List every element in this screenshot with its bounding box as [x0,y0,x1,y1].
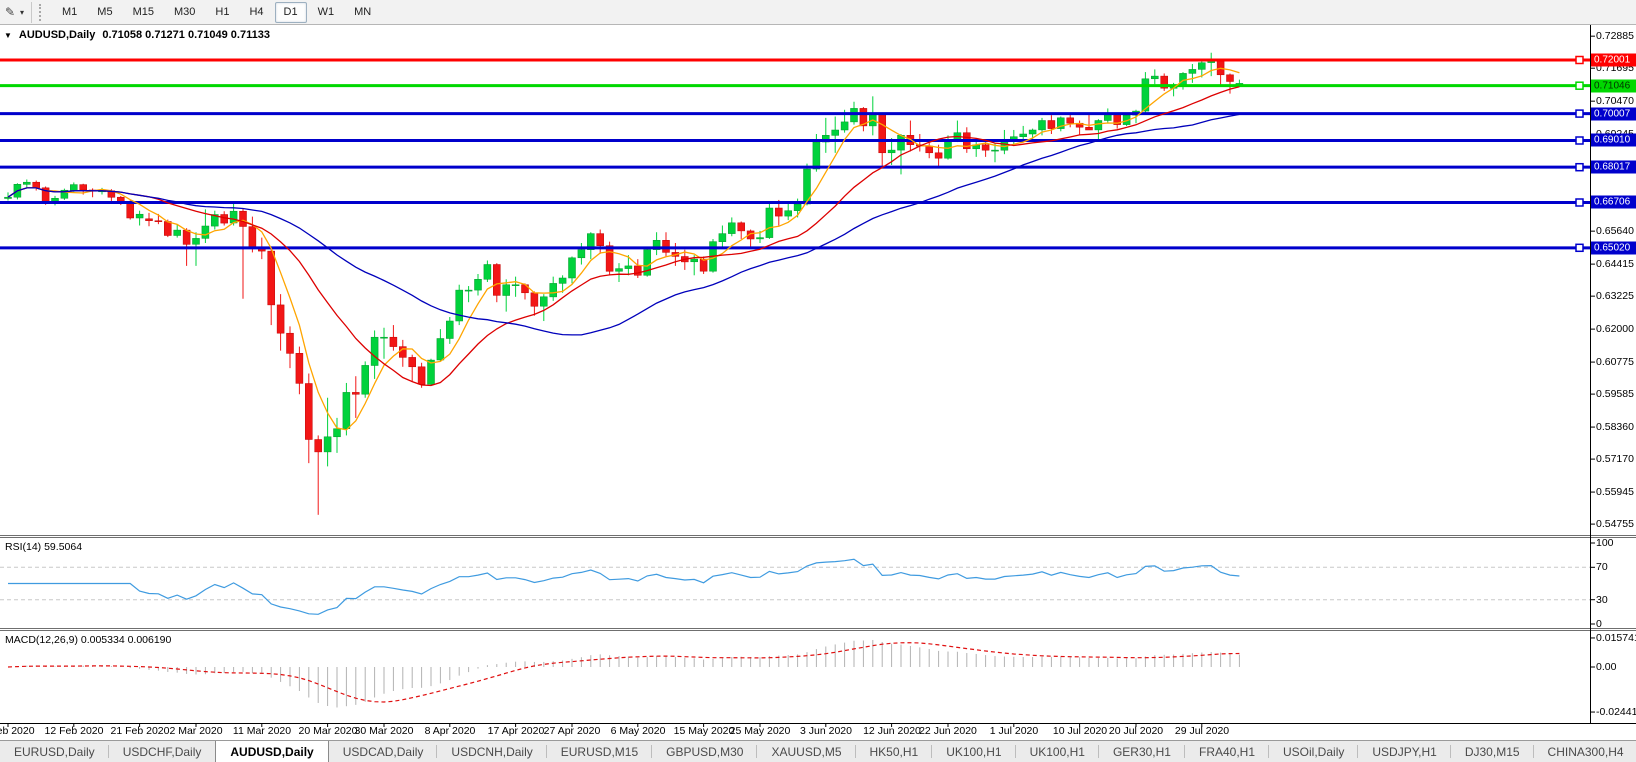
level-price-label: 0.71046 [1591,80,1636,93]
timeframe-button-d1[interactable]: D1 [275,2,307,23]
price-axis-label: 0.57170 [1596,453,1634,465]
mt4-window: ✎ ▾ M1M5M15M30H1H4D1W1MN ▼ AUDUSD,Daily … [0,0,1636,762]
timeframe-button-h1[interactable]: H1 [206,2,238,23]
toolbar-grip-handle[interactable] [39,4,46,21]
price-axis-label: 0.59585 [1596,388,1634,400]
level-price-label: 0.68017 [1591,161,1636,174]
price-axis-label: 0.58360 [1596,421,1634,433]
chart-tab-usdchf-daily[interactable]: USDCHF,Daily [109,741,216,762]
rsi-axis-label: 0 [1596,618,1602,630]
chart-tab-uk100-h1[interactable]: UK100,H1 [932,741,1015,762]
chart-tabs-bar: EURUSD,DailyUSDCHF,DailyAUDUSD,DailyUSDC… [0,740,1636,762]
chart-tab-hk50-h1[interactable]: HK50,H1 [856,741,933,762]
price-axis-label: 0.72885 [1596,30,1634,42]
timeframe-button-h4[interactable]: H4 [240,2,272,23]
chart-canvas[interactable] [0,25,1636,740]
rsi-axis-label: 70 [1596,561,1608,573]
price-level-lines[interactable] [0,57,1590,252]
time-axis-label: 12 Feb 2020 [45,725,104,737]
chart-title: ▼ AUDUSD,Daily 0.71058 0.71271 0.71049 0… [4,29,270,41]
time-axis-label: 1 Jul 2020 [990,725,1038,737]
level-price-label: 0.65020 [1591,242,1636,255]
macd-axis-label: -0.024411 [1596,706,1636,718]
draw-tool-icon[interactable]: ✎ [0,5,20,19]
time-axis-label: 2 Mar 2020 [169,725,222,737]
chart-tab-dj30-m15[interactable]: DJ30,M15 [1451,741,1534,762]
chart-tab-eurusd-m15[interactable]: EURUSD,M15 [547,741,652,762]
time-axis-label: 30 Mar 2020 [355,725,414,737]
rsi-pane [0,543,1595,624]
time-axis-label: 20 Mar 2020 [299,725,358,737]
time-axis-label: 17 Apr 2020 [488,725,545,737]
chart-area[interactable]: ▼ AUDUSD,Daily 0.71058 0.71271 0.71049 0… [0,25,1636,740]
chart-menu-caret-icon[interactable]: ▼ [4,31,12,40]
chart-tab-xauusd-m5[interactable]: XAUUSD,M5 [757,741,855,762]
chart-tab-usdcnh-daily[interactable]: USDCNH,Daily [437,741,546,762]
rsi-indicator-label: RSI(14) 59.5064 [5,541,82,553]
macd-indicator-label: MACD(12,26,9) 0.005334 0.006190 [5,634,171,646]
time-axis-label: 20 Jul 2020 [1109,725,1163,737]
time-axis-label: 3 Feb 2020 [0,725,35,737]
chart-tab-eurusd-daily[interactable]: EURUSD,Daily [0,741,109,762]
macd-axis-label: 0.015741 [1596,632,1636,644]
timeframe-button-m5[interactable]: M5 [88,2,121,23]
price-axis-label: 0.64415 [1596,258,1634,270]
price-axis-label: 0.62000 [1596,323,1634,335]
price-axis-label: 0.65640 [1596,225,1634,237]
time-axis-label: 12 Jun 2020 [863,725,921,737]
pane-separators [0,25,1636,724]
time-axis-label: 3 Jun 2020 [800,725,852,737]
price-axis-label: 0.70470 [1596,95,1634,107]
time-axis-label: 27 Apr 2020 [544,725,601,737]
rsi-axis-label: 30 [1596,594,1608,606]
chart-tab-fra40-h1[interactable]: FRA40,H1 [1185,741,1269,762]
chart-tab-usdjpy-h1[interactable]: USDJPY,H1 [1358,741,1450,762]
time-axis-label: 22 Jun 2020 [919,725,977,737]
timeframe-button-w1[interactable]: W1 [309,2,344,23]
time-axis-label: 25 May 2020 [730,725,791,737]
timeframe-button-m15[interactable]: M15 [124,2,163,23]
chart-tab-gbpusd-m30[interactable]: GBPUSD,M30 [652,741,757,762]
timeframe-button-m30[interactable]: M30 [165,2,204,23]
chart-tab-china300-h4[interactable]: CHINA300,H4 [1534,741,1636,762]
time-axis-label: 10 Jul 2020 [1053,725,1107,737]
candles [5,53,1243,515]
toolbar-separator [31,2,32,23]
time-axis-label: 8 Apr 2020 [425,725,476,737]
timeframe-button-m1[interactable]: M1 [53,2,86,23]
chart-tab-ger30-h1[interactable]: GER30,H1 [1099,741,1185,762]
chevron-down-icon[interactable]: ▾ [20,8,24,17]
price-axis-label: 0.63225 [1596,290,1634,302]
level-price-label: 0.66706 [1591,196,1636,209]
level-price-label: 0.72001 [1591,54,1636,67]
price-axis-label: 0.54755 [1596,518,1634,530]
macd-pane [8,638,1595,712]
symbol-period-label: AUDUSD,Daily [19,29,95,41]
rsi-axis-label: 100 [1596,537,1614,549]
timeframe-toolbar: ✎ ▾ M1M5M15M30H1H4D1W1MN [0,0,1636,25]
chart-tab-uk100-h1[interactable]: UK100,H1 [1016,741,1099,762]
level-price-label: 0.69010 [1591,134,1636,147]
macd-axis-label: 0.00 [1596,661,1616,673]
price-axis-label: 0.55945 [1596,486,1634,498]
time-axis-label: 11 Mar 2020 [233,725,291,737]
time-axis-label: 15 May 2020 [674,725,735,737]
chart-tab-usdcad-daily[interactable]: USDCAD,Daily [329,741,438,762]
chart-tab-audusd-daily[interactable]: AUDUSD,Daily [215,741,328,762]
chart-tab-usoil-daily[interactable]: USOil,Daily [1269,741,1358,762]
ohlc-values: 0.71058 0.71271 0.71049 0.71133 [102,29,270,41]
time-axis-label: 6 May 2020 [611,725,666,737]
level-price-label: 0.70007 [1591,108,1636,121]
timeframe-buttons: M1M5M15M30H1H4D1W1MN [52,2,381,23]
time-axis-label: 21 Feb 2020 [111,725,170,737]
price-axis-label: 0.60775 [1596,356,1634,368]
time-axis-label: 29 Jul 2020 [1175,725,1229,737]
timeframe-button-mn[interactable]: MN [345,2,380,23]
